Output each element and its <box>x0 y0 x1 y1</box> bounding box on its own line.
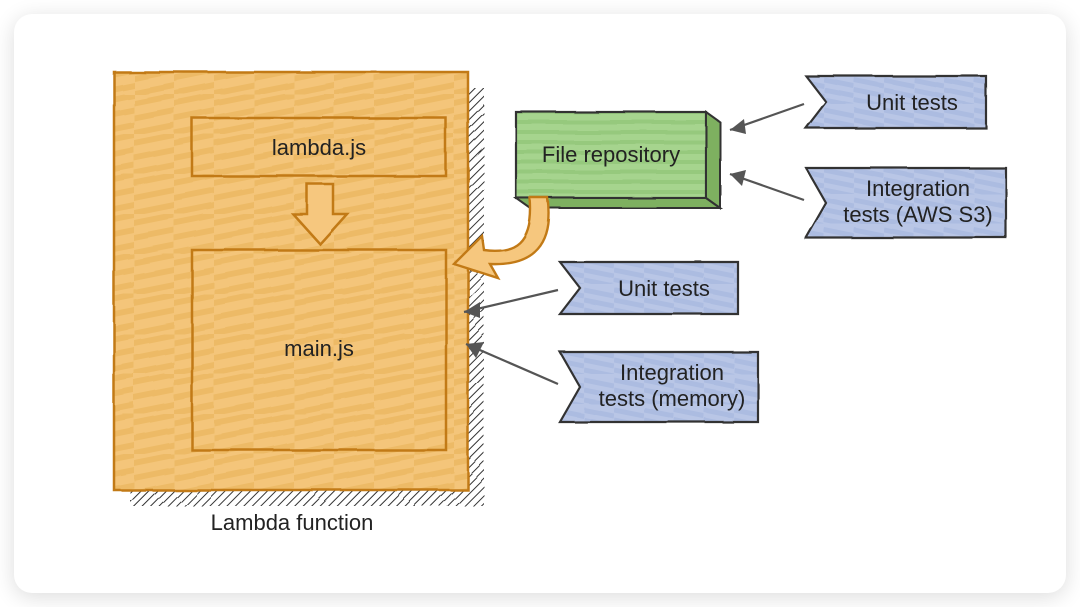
file-repository-label: File repository <box>542 142 680 167</box>
tag-integration-s3-line1: Integration <box>866 176 970 201</box>
lambda-container-label: Lambda function <box>211 510 374 535</box>
tag-unit-tests-mid-label: Unit tests <box>618 276 710 301</box>
arrow-integration-s3-to-repo <box>730 170 804 200</box>
lambda-js-label: lambda.js <box>272 135 366 160</box>
tag-integration-s3: Integration tests (AWS S3) <box>806 168 1006 238</box>
tag-unit-tests-top: Unit tests <box>806 76 986 128</box>
tag-unit-tests-top-label: Unit tests <box>866 90 958 115</box>
tag-integration-memory-line1: Integration <box>620 360 724 385</box>
main-js-label: main.js <box>284 336 354 361</box>
file-repository-box: File repository <box>516 112 720 208</box>
tag-integration-memory: Integration tests (memory) <box>560 352 758 422</box>
tag-integration-s3-line2: tests (AWS S3) <box>843 202 993 227</box>
diagram-svg: Lambda function lambda.js main.js File r… <box>14 14 1066 593</box>
arrow-unit-top-to-repo <box>730 104 804 134</box>
tag-integration-memory-line2: tests (memory) <box>599 386 746 411</box>
tag-unit-tests-mid: Unit tests <box>560 262 738 314</box>
diagram-card: Lambda function lambda.js main.js File r… <box>14 14 1066 593</box>
